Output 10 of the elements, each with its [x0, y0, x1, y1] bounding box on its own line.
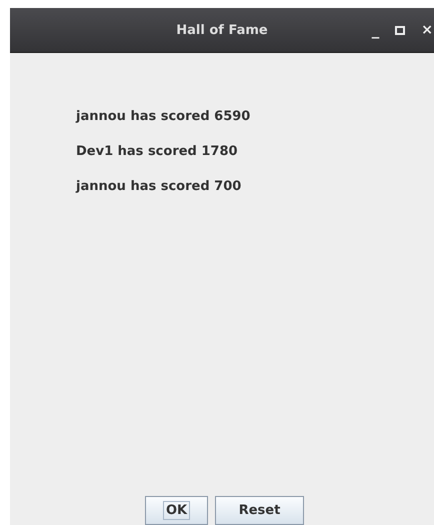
close-button[interactable]: ×: [421, 22, 433, 38]
score-entry: Dev1 has scored 1780: [76, 143, 239, 161]
dialog-button[interactable]: Reset: [215, 496, 304, 525]
score-entry: jannou has scored 700: [76, 178, 242, 196]
score-entry: jannou has scored 6590: [76, 108, 252, 126]
focus-ring: OK: [162, 501, 190, 520]
minimize-button[interactable]: _: [372, 21, 380, 39]
window-title: Hall of Fame: [176, 22, 268, 38]
dialog-button[interactable]: OK: [145, 496, 208, 525]
maximize-icon[interactable]: [395, 26, 406, 34]
